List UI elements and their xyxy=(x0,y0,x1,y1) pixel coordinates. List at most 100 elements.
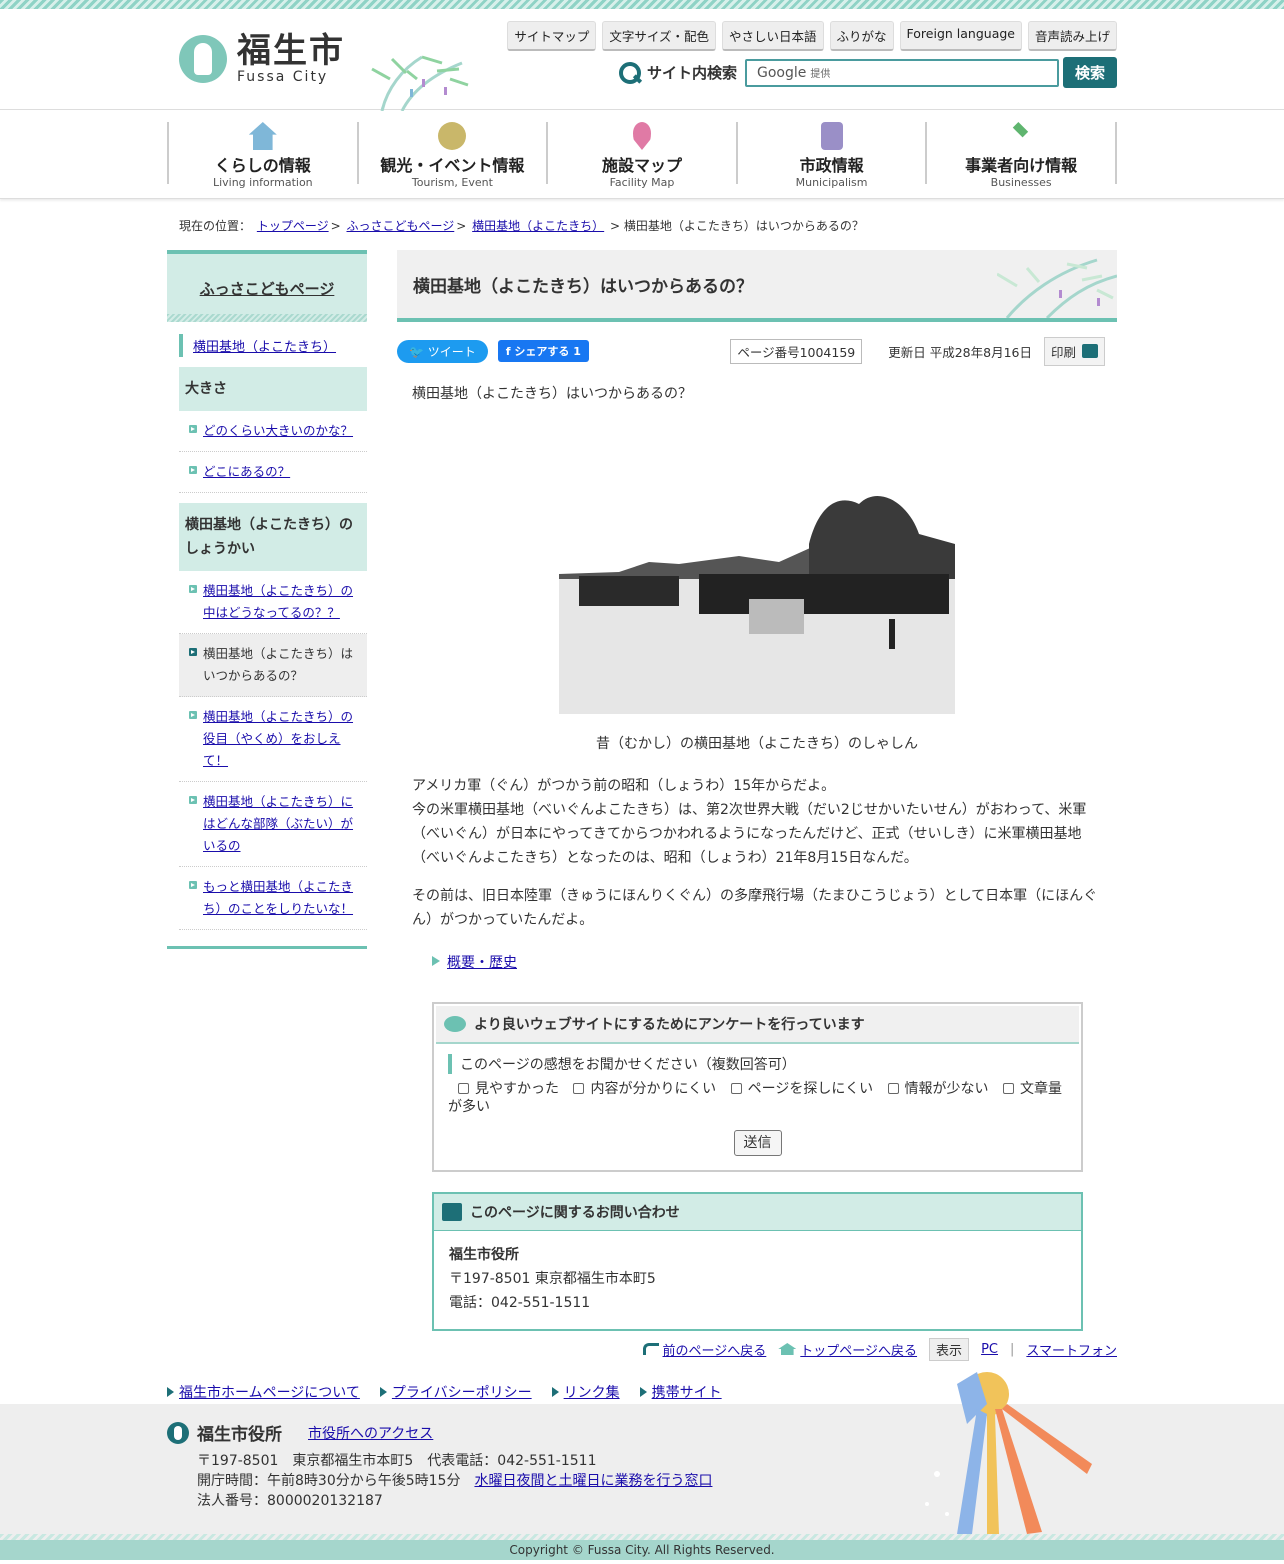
document-icon xyxy=(820,122,843,150)
house-icon xyxy=(248,122,277,150)
top-stripe xyxy=(0,0,1284,9)
sidebar: ふっさこどもページ 横田基地（よこたきち） 大きさ どのくらい大きいのかな？ ど… xyxy=(167,250,367,949)
phone-icon xyxy=(442,1203,462,1221)
survey-checkbox-little-info[interactable] xyxy=(887,1083,899,1094)
footer-access-link[interactable]: 市役所へのアクセス xyxy=(308,1423,433,1443)
top-page-link[interactable]: トップページへ戻る xyxy=(800,1344,917,1359)
sidebar-category-size: 大きさ xyxy=(179,367,367,411)
footer-org-name: 福生市役所 xyxy=(197,1425,282,1445)
sidebar-item-where[interactable]: どこにあるの？ xyxy=(203,464,290,479)
sidebar-category-intro: 横田基地（よこたきち）のしょうかい xyxy=(179,503,367,571)
sidebar-item-role[interactable]: 横田基地（よこたきち）の役目（やくめ）をおしえて！ xyxy=(203,709,353,768)
city-emblem-icon xyxy=(179,35,227,83)
survey-title: より良いウェブサイトにするためにアンケートを行っています xyxy=(474,1017,865,1033)
gnav-municipal[interactable]: 市政情報 Municipalism xyxy=(735,122,926,189)
site-footer: 福生市役所 市役所へのアクセス 〒197-8501 東京都福生市本町5 代表電話… xyxy=(0,1372,1284,1534)
util-furigana[interactable]: ふりがな xyxy=(829,21,894,51)
breadcrumb-current: 横田基地（よこたきち）はいつからあるの？ xyxy=(623,219,864,233)
breadcrumb-kids[interactable]: ふっさこどもページ xyxy=(347,219,455,233)
survey-question: このページの感想をお聞かせください（複数回答可） xyxy=(448,1054,1081,1074)
map-pin-icon xyxy=(632,122,651,150)
sidebar-item-since-when: 横田基地（よこたきち）はいつからあるの？ xyxy=(179,634,367,697)
speech-bubble-icon xyxy=(444,1016,466,1032)
search-label: サイト内検索 xyxy=(646,64,737,82)
updated-date: 更新日 平成28年8月16日 xyxy=(888,344,1032,360)
bamboo-decoration-icon xyxy=(371,55,469,111)
contact-phone: 電話：042-551-1511 xyxy=(449,1295,591,1311)
search-input[interactable]: Google 提供 xyxy=(745,58,1059,87)
footer-link-privacy[interactable]: プライバシーポリシー xyxy=(392,1385,532,1401)
site-header: 福生市 Fussa City サイトマップ 文字サイズ・配色 やさしい日本語 ふ… xyxy=(167,9,1117,111)
sidebar-item-inside[interactable]: 横田基地（よこたきち）の中はどうなってるの？？ xyxy=(203,583,353,620)
tanabata-decoration-icon xyxy=(925,1372,1092,1534)
sidebar-item-units[interactable]: 横田基地（よこたきち）にはどんな部隊（ぶたい）がいるの xyxy=(203,794,353,853)
gnav-tourism[interactable]: 観光・イベント情報 Tourism, Event xyxy=(356,122,547,189)
site-logo[interactable]: 福生市 Fussa City xyxy=(179,33,345,85)
logo-en: Fussa City xyxy=(237,69,329,85)
contact-box: このページに関するお問い合わせ 福生市役所 〒197-8501 東京都福生市本町… xyxy=(432,1192,1083,1331)
util-sitemap[interactable]: サイトマップ xyxy=(507,21,597,51)
survey-checkbox-easy[interactable] xyxy=(458,1083,469,1094)
survey-checkbox-too-much-text[interactable] xyxy=(1003,1083,1014,1094)
survey-checkbox-hard-to-understand[interactable] xyxy=(573,1083,585,1094)
view-smartphone-link[interactable]: スマートフォン xyxy=(1026,1340,1117,1359)
contact-org: 福生市役所 xyxy=(449,1247,519,1263)
breadcrumb-top[interactable]: トップページ xyxy=(257,219,329,233)
city-emblem-icon xyxy=(167,1421,189,1444)
util-read-aloud[interactable]: 音声読み上げ xyxy=(1027,21,1117,51)
util-font-size[interactable]: 文字サイズ・配色 xyxy=(602,21,716,51)
google-provided: 提供 xyxy=(810,69,831,80)
contact-address: 〒197-8501 東京都福生市本町5 xyxy=(449,1271,656,1287)
sidebar-item-how-big[interactable]: どのくらい大きいのかな？ xyxy=(203,423,353,438)
main-area: ふっさこどもページ 横田基地（よこたきち） 大きさ どのくらい大きいのかな？ ど… xyxy=(167,250,1117,1331)
search-icon xyxy=(618,61,641,84)
breadcrumb: 現在の位置： トップページ > ふっさこどもページ > 横田基地（よこたきち） > … xyxy=(179,219,864,233)
footer-hours-link[interactable]: 水曜日夜間と土曜日に業務を行う窓口 xyxy=(474,1473,712,1489)
gnav-living[interactable]: くらしの情報 Living information xyxy=(167,122,357,189)
survey-checkbox-hard-to-find[interactable] xyxy=(730,1083,742,1094)
util-easy-japanese[interactable]: やさしい日本語 xyxy=(722,21,824,51)
paragraph-2: 今の米軍横田基地（べいぐんよこたきち）は、第2次世界大戦（だい2じせかいたいせん… xyxy=(412,802,1087,866)
content: 横田基地（よこたきち）はいつからあるの？ 🐦 ツイート f シェアする 1 ペー… xyxy=(397,250,1117,1331)
photo-caption: 昔（むかし）の横田基地（よこたきち）のしゃしん xyxy=(596,736,918,752)
sidebar-current-link[interactable]: 横田基地（よこたきち） xyxy=(193,340,336,355)
footer-link-links[interactable]: リンク集 xyxy=(564,1385,620,1401)
historic-photo xyxy=(559,444,955,714)
view-label: 表示 xyxy=(929,1338,970,1361)
survey-submit-button[interactable]: 送信 xyxy=(733,1130,782,1156)
contact-title: このページに関するお問い合わせ xyxy=(470,1205,680,1221)
gnav-facility-map[interactable]: 施設マップ Facility Map xyxy=(546,122,736,189)
search-button[interactable]: 検索 xyxy=(1063,57,1117,88)
sidebar-bottom-rule xyxy=(167,946,367,949)
sidebar-head-link[interactable]: ふっさこどもページ xyxy=(200,278,335,299)
printer-icon xyxy=(1082,344,1098,358)
facebook-share-button[interactable]: f シェアする 1 xyxy=(497,340,589,362)
paragraph-1: アメリカ軍（ぐん）がつかう前の昭和（しょうわ）15年からだよ。 xyxy=(412,778,836,794)
util-foreign-language[interactable]: Foreign language xyxy=(899,21,1022,51)
related-link-overview[interactable]: 概要・歴史 xyxy=(447,955,517,971)
view-pc-link[interactable]: PC xyxy=(981,1342,998,1357)
breadcrumb-yokota[interactable]: 横田基地（よこたきち） xyxy=(472,219,604,233)
page-number: ページ番号1004159 xyxy=(730,338,863,364)
print-button[interactable]: 印刷 xyxy=(1043,336,1105,366)
page-title: 横田基地（よこたきち）はいつからあるの？ xyxy=(413,276,753,297)
bamboo-decoration-icon xyxy=(997,258,1117,318)
site-search: サイト内検索 Google 提供 検索 xyxy=(618,57,1117,88)
back-arrow-icon xyxy=(642,1343,659,1355)
gnav-businesses[interactable]: 事業者向け情報 Businesses xyxy=(925,122,1117,189)
tweet-button[interactable]: 🐦 ツイート xyxy=(397,339,488,363)
bamboo-icon xyxy=(438,122,467,150)
back-link[interactable]: 前のページへ戻る xyxy=(663,1344,767,1359)
google-label: Google xyxy=(757,64,807,81)
global-nav: くらしの情報 Living information 観光・イベント情報 Tour… xyxy=(0,109,1284,199)
sidebar-item-more[interactable]: もっと横田基地（よこたきち）のことをしりたいな！ xyxy=(203,879,353,916)
copyright: Copyright © Fussa City. All Rights Reser… xyxy=(0,1540,1284,1560)
footer-hours: 開庁時間：午前8時30分から午後5時15分 xyxy=(197,1473,461,1489)
footer-link-mobile[interactable]: 携帯サイト xyxy=(652,1385,722,1401)
logo-jp: 福生市 xyxy=(237,31,345,71)
gavel-icon xyxy=(1012,122,1029,138)
paragraph-3: その前は、旧日本陸軍（きゅうにほんりくぐん）の多摩飛行場（たまひこうじょう）とし… xyxy=(412,888,1098,928)
footer-link-about[interactable]: 福生市ホームページについて xyxy=(179,1385,360,1401)
survey-box: より良いウェブサイトにするためにアンケートを行っています このページの感想をお聞… xyxy=(432,1002,1083,1172)
lead-text: 横田基地（よこたきち）はいつからあるの？ xyxy=(412,386,692,402)
